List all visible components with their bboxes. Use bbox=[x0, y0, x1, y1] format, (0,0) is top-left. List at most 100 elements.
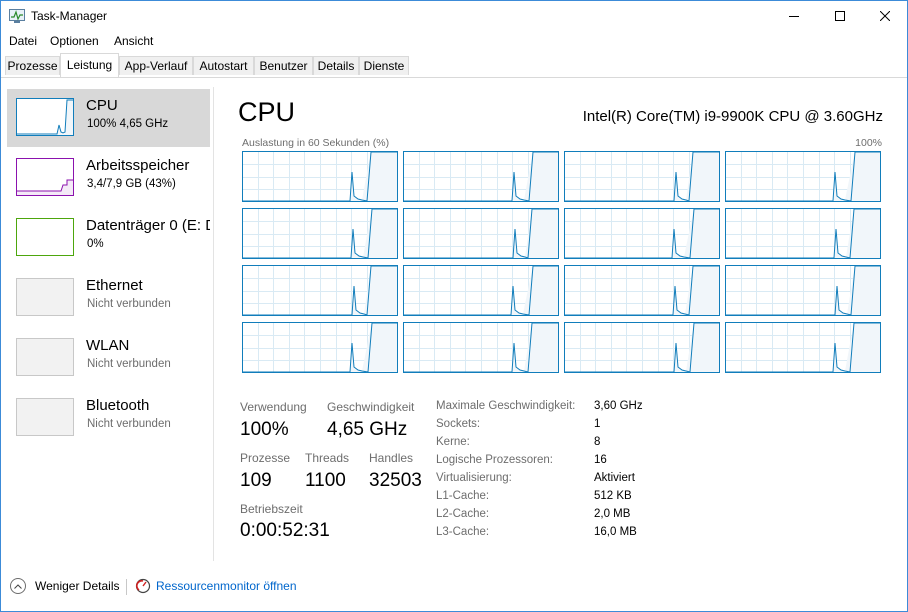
footer-separator bbox=[126, 579, 127, 595]
resource-monitor-label: Ressourcenmonitor öffnen bbox=[156, 579, 297, 593]
uptime-label: Betriebszeit bbox=[240, 502, 303, 516]
threads-value: 1100 bbox=[305, 470, 346, 491]
sidebar-item-cpu[interactable]: CPU 100% 4,65 GHz bbox=[7, 89, 210, 147]
processor-graph bbox=[564, 208, 720, 259]
processor-graph bbox=[564, 265, 720, 316]
minimize-button[interactable] bbox=[771, 1, 817, 31]
tab-details[interactable]: Details bbox=[313, 56, 359, 75]
cpu-thumbnail-graph bbox=[16, 98, 74, 136]
info-key: L2-Cache: bbox=[436, 508, 490, 520]
tab-prozesse[interactable]: Prozesse bbox=[5, 56, 60, 75]
info-value: 3,60 GHz bbox=[594, 400, 643, 412]
menu-ansicht[interactable]: Ansicht bbox=[114, 34, 153, 48]
maximize-button[interactable] bbox=[817, 1, 863, 31]
logical-processor-graphs bbox=[242, 151, 882, 375]
info-value: 512 KB bbox=[594, 490, 632, 502]
resource-monitor-link[interactable]: Ressourcenmonitor öffnen bbox=[135, 578, 297, 594]
processor-graph bbox=[242, 208, 398, 259]
close-button[interactable] bbox=[862, 1, 907, 31]
info-value: 8 bbox=[594, 436, 601, 448]
ethernet-thumbnail-graph bbox=[16, 278, 74, 316]
info-value: 16,0 MB bbox=[594, 526, 637, 538]
sidebar-item-label: WLAN bbox=[86, 337, 130, 354]
task-manager-app-icon bbox=[9, 9, 25, 23]
tab-leistung[interactable]: Leistung bbox=[60, 53, 119, 77]
sidebar-item-sub: 100% 4,65 GHz bbox=[87, 118, 169, 130]
footer: Weniger Details Ressourcenmonitor öffnen bbox=[1, 573, 907, 603]
chevron-up-icon bbox=[10, 578, 26, 594]
processor-graph bbox=[242, 151, 398, 202]
processor-graph bbox=[242, 265, 398, 316]
sidebar-item-sub: Nicht verbunden bbox=[87, 298, 171, 310]
info-key: L3-Cache: bbox=[436, 526, 490, 538]
sidebar-item-sub: 0% bbox=[87, 238, 104, 250]
processor-graph bbox=[725, 265, 881, 316]
tab-autostart[interactable]: Autostart bbox=[193, 56, 254, 75]
maximize-icon bbox=[835, 11, 845, 21]
menu-bar: Datei Optionen Ansicht bbox=[1, 31, 907, 51]
info-value: 16 bbox=[594, 454, 607, 466]
processor-graph bbox=[725, 208, 881, 259]
processor-graph bbox=[403, 151, 559, 202]
page-title: CPU bbox=[238, 97, 296, 127]
sidebar-item-sub: Nicht verbunden bbox=[87, 418, 171, 430]
info-key: Logische Prozessoren: bbox=[436, 454, 553, 466]
info-value: 1 bbox=[594, 418, 601, 430]
sidebar-item-bluetooth[interactable]: Bluetooth Nicht verbunden bbox=[7, 389, 210, 447]
processor-graph bbox=[403, 265, 559, 316]
handles-value: 32503 bbox=[369, 470, 422, 491]
processor-graph bbox=[725, 151, 881, 202]
graph-label: Auslastung in 60 Sekunden (%) bbox=[242, 137, 390, 149]
bluetooth-thumbnail-graph bbox=[16, 398, 74, 436]
info-key: Virtualisierung: bbox=[436, 472, 512, 484]
processor-graph bbox=[725, 322, 881, 373]
info-key: L1-Cache: bbox=[436, 490, 490, 502]
usage-label: Verwendung bbox=[240, 400, 307, 414]
disk-thumbnail-graph bbox=[16, 218, 74, 256]
close-icon bbox=[880, 11, 890, 21]
processor-graph bbox=[403, 208, 559, 259]
sidebar-item-sub: 3,4/7,9 GB (43%) bbox=[87, 178, 176, 190]
memory-thumbnail-graph bbox=[16, 158, 74, 196]
sidebar-item-label: Datenträger 0 (E: D bbox=[86, 217, 210, 234]
processor-graph bbox=[403, 322, 559, 373]
resource-list: CPU 100% 4,65 GHz Arbeitsspeicher 3,4/7,… bbox=[1, 87, 213, 563]
processor-graph bbox=[564, 151, 720, 202]
sidebar-item-label: Ethernet bbox=[86, 277, 143, 294]
title-bar[interactable]: Task-Manager bbox=[1, 1, 907, 31]
sidebar-item-label: Arbeitsspeicher bbox=[86, 157, 190, 174]
fewer-details-button[interactable]: Weniger Details bbox=[10, 578, 119, 594]
tab-benutzer[interactable]: Benutzer bbox=[254, 56, 313, 75]
info-value: 2,0 MB bbox=[594, 508, 631, 520]
fewer-details-label: Weniger Details bbox=[35, 579, 120, 593]
info-value: Aktiviert bbox=[594, 472, 635, 484]
processes-value: 109 bbox=[240, 470, 272, 491]
sidebar-item-datentraeger[interactable]: Datenträger 0 (E: D 0% bbox=[7, 209, 210, 267]
sidebar-item-arbeitsspeicher[interactable]: Arbeitsspeicher 3,4/7,9 GB (43%) bbox=[7, 149, 210, 207]
task-manager-window: Task-Manager Datei Optionen Ansicht Proz… bbox=[0, 0, 908, 612]
tab-bar: Prozesse Leistung App-Verlauf Autostart … bbox=[1, 53, 907, 78]
sidebar-item-wlan[interactable]: WLAN Nicht verbunden bbox=[7, 329, 210, 387]
graph-max-label: 100% bbox=[855, 137, 882, 149]
sidebar-item-ethernet[interactable]: Ethernet Nicht verbunden bbox=[7, 269, 210, 327]
wlan-thumbnail-graph bbox=[16, 338, 74, 376]
info-key: Kerne: bbox=[436, 436, 470, 448]
window-title: Task-Manager bbox=[31, 9, 108, 23]
info-key: Sockets: bbox=[436, 418, 481, 430]
resource-monitor-icon bbox=[135, 578, 151, 594]
minimize-icon bbox=[789, 16, 799, 17]
sidebar-item-sub: Nicht verbunden bbox=[87, 358, 171, 370]
usage-value: 100% bbox=[240, 419, 289, 440]
sidebar-divider bbox=[213, 87, 214, 561]
tab-app-verlauf[interactable]: App-Verlauf bbox=[119, 56, 193, 75]
cpu-model: Intel(R) Core(TM) i9-9900K CPU @ 3.60GHz bbox=[582, 108, 883, 125]
menu-datei[interactable]: Datei bbox=[9, 34, 37, 48]
menu-optionen[interactable]: Optionen bbox=[50, 34, 99, 48]
speed-label: Geschwindigkeit bbox=[327, 400, 415, 414]
processes-label: Prozesse bbox=[240, 451, 291, 465]
processor-graph bbox=[242, 322, 398, 373]
speed-value: 4,65 GHz bbox=[327, 419, 408, 440]
uptime-value: 0:00:52:31 bbox=[240, 520, 330, 541]
tab-dienste[interactable]: Dienste bbox=[359, 56, 409, 75]
threads-label: Threads bbox=[305, 451, 350, 465]
